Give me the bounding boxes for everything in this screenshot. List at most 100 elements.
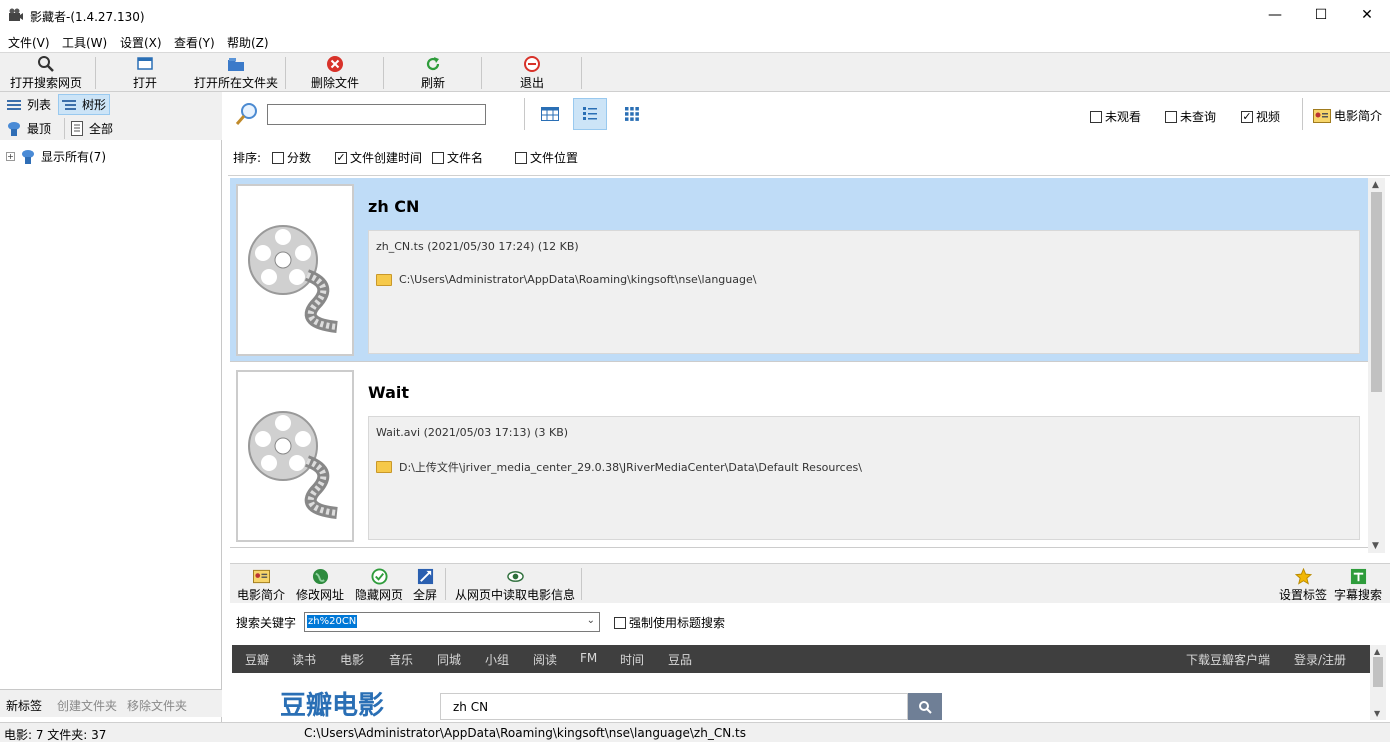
file-path-text: C:\Users\Administrator\AppData\Roaming\k… xyxy=(399,273,757,286)
nav-music[interactable]: 音乐 xyxy=(389,651,413,668)
nav-groups[interactable]: 小组 xyxy=(485,651,509,668)
detail-view-button[interactable] xyxy=(573,98,607,130)
search-input[interactable] xyxy=(267,104,486,125)
toolbar-divider xyxy=(95,57,96,89)
set-tag-button[interactable]: 设置标签 xyxy=(1278,567,1328,603)
item-title: zh CN xyxy=(368,197,420,216)
refresh-label: 刷新 xyxy=(420,76,445,90)
web-search-input[interactable]: zh CN xyxy=(440,693,908,720)
scroll-down-icon[interactable]: ▼ xyxy=(1374,709,1380,718)
nav-time[interactable]: 时间 xyxy=(620,651,644,668)
douban-movie-logo[interactable]: 豆瓣电影 xyxy=(280,691,384,720)
sort-filename-checkbox[interactable]: 文件名 xyxy=(432,149,483,166)
nav-read[interactable]: 阅读 xyxy=(533,651,557,668)
menu-file[interactable]: 文件(V) xyxy=(8,34,50,51)
toolbar-divider xyxy=(581,568,582,600)
id-card-icon xyxy=(252,569,270,584)
toolbar-divider xyxy=(581,57,582,89)
new-tag-button[interactable]: 新标签 xyxy=(6,697,42,714)
login-link[interactable]: 登录/注册 xyxy=(1294,651,1346,668)
scroll-up-icon[interactable]: ▲ xyxy=(1372,180,1379,190)
scrollbar-thumb[interactable] xyxy=(1373,657,1383,687)
scroll-down-icon[interactable]: ▼ xyxy=(1372,541,1379,551)
sort-created-checkbox[interactable]: ✓ 文件创建时间 xyxy=(335,149,422,166)
subtitle-search-button[interactable]: 字幕搜索 xyxy=(1333,567,1383,603)
menu-tools[interactable]: 工具(W) xyxy=(62,34,107,51)
exit-button[interactable]: 退出 xyxy=(519,55,545,91)
checkbox-box: ✓ xyxy=(335,150,347,164)
sort-score-checkbox[interactable]: 分数 xyxy=(272,149,311,166)
list-item[interactable]: zh CN zh_CN.ts (2021/05/30 17:24) (12 KB… xyxy=(230,178,1368,362)
movie-intro-toggle[interactable]: 电影简介 xyxy=(1313,107,1382,124)
file-info: zh_CN.ts (2021/05/30 17:24) (12 KB) xyxy=(376,240,579,253)
grid-view-button[interactable] xyxy=(615,98,649,130)
close-button[interactable]: ✕ xyxy=(1344,0,1390,30)
nav-movies[interactable]: 电影 xyxy=(340,651,364,668)
remove-folder-button[interactable]: 移除文件夹 xyxy=(127,697,187,714)
video-checkbox[interactable]: ✓ 视频 xyxy=(1241,108,1280,125)
nav-market[interactable]: 豆品 xyxy=(668,651,692,668)
chevron-down-icon[interactable]: ⌄ xyxy=(587,615,595,626)
checkbox-box: ✓ xyxy=(1241,109,1253,123)
open-search-web-button[interactable]: 打开搜索网页 xyxy=(8,55,84,91)
left-pane: 列表 树形 最顶 全部 + 显示所有(7) xyxy=(0,92,222,722)
nav-books[interactable]: 读书 xyxy=(292,651,316,668)
refresh-button[interactable]: 刷新 xyxy=(420,55,446,91)
menu-help[interactable]: 帮助(Z) xyxy=(227,34,269,51)
nav-fm[interactable]: FM xyxy=(580,651,597,665)
unqueried-checkbox[interactable]: 未查询 xyxy=(1165,108,1216,125)
keyword-combobox[interactable]: zh%20CN ⌄ xyxy=(304,612,600,632)
web-scrollbar[interactable]: ▲ ▼ xyxy=(1370,645,1386,720)
movie-intro-button[interactable]: 电影简介 xyxy=(236,567,286,603)
web-search-button[interactable] xyxy=(908,693,942,720)
open-button[interactable]: 打开 xyxy=(128,55,162,91)
file-path-link[interactable]: D:\上传文件\jriver_media_center_29.0.38\JRiv… xyxy=(376,459,862,475)
hide-web-button[interactable]: 隐藏网页 xyxy=(354,567,404,603)
tree-root-item[interactable]: + 显示所有(7) xyxy=(6,148,106,165)
grid-icon xyxy=(625,107,639,121)
edit-url-button[interactable]: 修改网址 xyxy=(295,567,345,603)
list-item[interactable]: Wait Wait.avi (2021/05/03 17:13) (3 KB) … xyxy=(230,364,1368,548)
open-folder-label: 打开所在文件夹 xyxy=(193,76,278,90)
fullscreen-icon xyxy=(417,568,433,585)
eye-icon xyxy=(506,571,524,582)
star-icon xyxy=(1294,568,1312,585)
all-button[interactable]: 全部 xyxy=(64,118,116,139)
table-view-button[interactable] xyxy=(533,98,567,130)
film-reel-thumbnail xyxy=(236,184,354,356)
scroll-up-icon[interactable]: ▲ xyxy=(1374,647,1380,656)
unqueried-label: 未查询 xyxy=(1180,110,1217,124)
top-level-button[interactable]: 最顶 xyxy=(4,118,54,139)
expand-icon[interactable]: + xyxy=(6,152,15,161)
open-folder-button[interactable]: 打开所在文件夹 xyxy=(193,55,279,91)
file-path-text: D:\上传文件\jriver_media_center_29.0.38\JRiv… xyxy=(399,461,862,474)
file-path-link[interactable]: C:\Users\Administrator\AppData\Roaming\k… xyxy=(376,273,756,286)
create-folder-button[interactable]: 创建文件夹 xyxy=(57,697,117,714)
sort-location-checkbox[interactable]: 文件位置 xyxy=(515,149,578,166)
list-view-button[interactable]: 列表 xyxy=(4,94,54,115)
fullscreen-button[interactable]: 全屏 xyxy=(412,567,438,603)
scrollbar-thumb[interactable] xyxy=(1371,192,1382,392)
tree-view-button[interactable]: 树形 xyxy=(58,94,111,115)
minimize-button[interactable]: — xyxy=(1252,0,1298,30)
list-scrollbar[interactable]: ▲ ▼ xyxy=(1368,178,1385,553)
app-camera-icon xyxy=(9,8,23,21)
menu-settings[interactable]: 设置(X) xyxy=(120,34,162,51)
nav-douban[interactable]: 豆瓣 xyxy=(245,651,269,668)
toolbar-divider xyxy=(285,57,286,89)
checkbox-box xyxy=(614,616,626,629)
menu-view[interactable]: 查看(Y) xyxy=(174,34,215,51)
maximize-button[interactable]: ☐ xyxy=(1298,0,1344,30)
sort-score-label: 分数 xyxy=(287,151,312,165)
web-search-value: zh CN xyxy=(453,700,489,714)
unwatched-checkbox[interactable]: 未观看 xyxy=(1090,108,1141,125)
toolbar-divider xyxy=(1302,98,1303,130)
checkbox-box xyxy=(1090,110,1102,123)
status-counts: 电影: 7 文件夹: 37 xyxy=(4,728,107,742)
download-client-link[interactable]: 下载豆瓣客户端 xyxy=(1186,651,1270,668)
nav-local[interactable]: 同城 xyxy=(437,651,461,668)
read-info-button[interactable]: 从网页中读取电影信息 xyxy=(454,567,576,603)
folder-icon xyxy=(376,461,392,473)
delete-file-button[interactable]: 删除文件 xyxy=(309,55,361,91)
force-title-checkbox[interactable]: 强制使用标题搜索 xyxy=(614,614,725,631)
